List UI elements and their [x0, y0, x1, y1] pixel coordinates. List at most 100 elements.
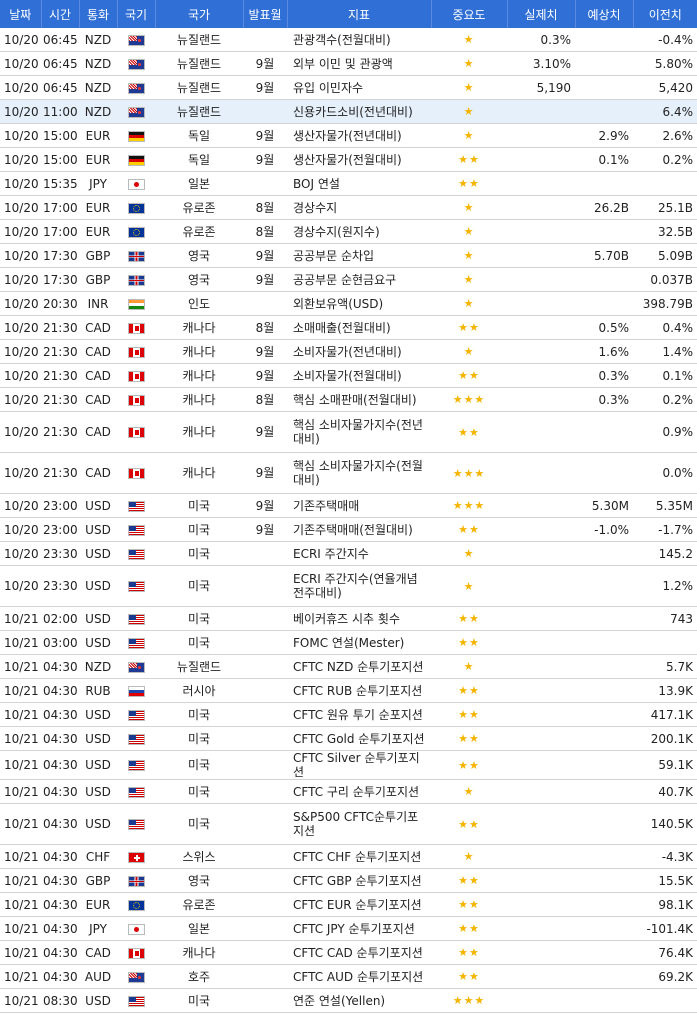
- forecast-cell: [575, 916, 633, 941]
- release-month-cell: 9월: [243, 452, 287, 494]
- country-cell: 호주: [155, 964, 243, 989]
- header-flag[interactable]: 국기: [117, 0, 156, 28]
- table-row[interactable]: 10/21 04:30 AUD 호주 CFTC AUD 순투기포지션 ★★ 69.2K: [0, 964, 697, 989]
- forecast-cell: [575, 988, 633, 1013]
- table-body: 10/20 06:45 NZD 뉴질랜드 관광객수(전월대비) ★ 0.3% -0.4% 10/…: [0, 28, 697, 1013]
- previous-cell: 1.4%: [633, 339, 697, 364]
- table-row[interactable]: 10/20 11:00 NZD 뉴질랜드 신용카드소비(전년대비) ★ 6.4%: [0, 99, 697, 124]
- release-month-cell: 9월: [243, 517, 287, 542]
- table-row[interactable]: 10/20 17:30 GBP 영국 9월 공공부문 순현금요구 ★ 0.037B: [0, 267, 697, 292]
- release-month-cell: [243, 630, 287, 655]
- table-row[interactable]: 10/20 20:30 INR 인도 외환보유액(USD) ★ 398.79B: [0, 291, 697, 316]
- table-row[interactable]: 10/21 08:30 USD 미국 연준 연설(Yellen) ★★★: [0, 988, 697, 1013]
- table-row[interactable]: 10/21 03:00 USD 미국 FOMC 연설(Mester) ★★: [0, 630, 697, 655]
- indicator-cell: 외환보유액(USD): [287, 291, 431, 316]
- country-cell: 미국: [155, 493, 243, 518]
- time-cell: 03:00: [41, 630, 79, 655]
- previous-cell: 417.1K: [633, 702, 697, 727]
- table-row[interactable]: 10/20 15:35 JPY 일본 BOJ 연설 ★★: [0, 171, 697, 196]
- table-row[interactable]: 10/20 06:45 NZD 뉴질랜드 관광객수(전월대비) ★ 0.3% -0.4%: [0, 28, 697, 52]
- currency-cell: GBP: [79, 267, 117, 292]
- release-month-cell: [243, 28, 287, 52]
- importance-cell: ★★: [431, 868, 507, 893]
- jp-flag-icon: [127, 178, 145, 190]
- table-row[interactable]: 10/20 23:30 USD 미국 ECRI 주간지수(연율개념 전주대비) ★ 1.2%: [0, 565, 697, 607]
- table-row[interactable]: 10/20 23:00 USD 미국 9월 기존주택매매 ★★★ 5.30M 5.35M: [0, 493, 697, 518]
- date-cell: 10/20: [0, 493, 41, 518]
- table-row[interactable]: 10/20 21:30 CAD 캐나다 9월 소비자물가(전월대비) ★★ 0.3% 0.1%: [0, 363, 697, 388]
- table-row[interactable]: 10/21 04:30 GBP 영국 CFTC GBP 순투기포지션 ★★ 15.5K: [0, 868, 697, 893]
- table-row[interactable]: 10/20 17:00 EUR 유로존 8월 경상수지(원지수) ★ 32.5B: [0, 219, 697, 244]
- table-row[interactable]: 10/20 23:30 USD 미국 ECRI 주간지수 ★ 145.2: [0, 541, 697, 566]
- indicator-cell: CFTC CHF 순투기포지션: [287, 844, 431, 869]
- flag-cell: [117, 654, 155, 679]
- currency-cell: USD: [79, 726, 117, 751]
- table-row[interactable]: 10/21 04:30 CAD 캐나다 CFTC CAD 순투기포지션 ★★ 76.4K: [0, 940, 697, 965]
- flag-cell: [117, 315, 155, 340]
- time-cell: 20:30: [41, 291, 79, 316]
- table-row[interactable]: 10/21 04:30 USD 미국 CFTC 원유 투기 순포지션 ★★ 417.1K: [0, 702, 697, 727]
- time-cell: 04:30: [41, 678, 79, 703]
- currency-cell: NZD: [79, 654, 117, 679]
- header-currency[interactable]: 통화: [79, 0, 118, 28]
- table-row[interactable]: 10/21 04:30 JPY 일본 CFTC JPY 순투기포지션 ★★ -101.4K: [0, 916, 697, 941]
- table-row[interactable]: 10/20 17:30 GBP 영국 9월 공공부문 순차입 ★ 5.70B 5.09B: [0, 243, 697, 268]
- country-cell: 뉴질랜드: [155, 75, 243, 100]
- ca-flag-icon: [127, 947, 145, 959]
- importance-star-icon: ★: [463, 579, 475, 593]
- header-importance[interactable]: 중요도: [431, 0, 508, 28]
- table-row[interactable]: 10/21 04:30 NZD 뉴질랜드 CFTC NZD 순투기포지션 ★ 5.7K: [0, 654, 697, 679]
- table-row[interactable]: 10/20 06:45 NZD 뉴질랜드 9월 유입 이민자수 ★ 5,190 5,420: [0, 75, 697, 100]
- previous-cell: 5,420: [633, 75, 697, 100]
- table-row[interactable]: 10/20 21:30 CAD 캐나다 8월 소매매출(전월대비) ★★ 0.5% 0.4%: [0, 315, 697, 340]
- importance-cell: ★★: [431, 363, 507, 388]
- currency-cell: INR: [79, 291, 117, 316]
- country-cell: 캐나다: [155, 940, 243, 965]
- table-row[interactable]: 10/20 21:30 CAD 캐나다 9월 핵심 소비자물가지수(전월대비) ★★★ 0.0…: [0, 452, 697, 494]
- importance-star-icon: ★: [463, 33, 475, 46]
- table-row[interactable]: 10/20 17:00 EUR 유로존 8월 경상수지 ★ 26.2B 25.1B: [0, 195, 697, 220]
- forecast-cell: [575, 726, 633, 751]
- country-cell: 독일: [155, 123, 243, 148]
- header-indicator[interactable]: 지표: [287, 0, 432, 28]
- forecast-cell: 0.1%: [575, 147, 633, 172]
- importance-star-icon: ★★: [458, 922, 480, 935]
- table-row[interactable]: 10/20 21:30 CAD 캐나다 9월 소비자물가(전년대비) ★ 1.6% 1.4%: [0, 339, 697, 364]
- header-previous[interactable]: 이전치: [633, 0, 697, 28]
- table-row[interactable]: 10/21 04:30 RUB 러시아 CFTC RUB 순투기포지션 ★★ 13.9K: [0, 678, 697, 703]
- table-row[interactable]: 10/21 04:30 USD 미국 CFTC 구리 순투기포지션 ★ 40.7K: [0, 779, 697, 804]
- table-row[interactable]: 10/21 04:30 EUR 유로존 CFTC EUR 순투기포지션 ★★ 98.1K: [0, 892, 697, 917]
- date-cell: 10/20: [0, 171, 41, 196]
- release-month-cell: 9월: [243, 75, 287, 100]
- indicator-cell: 소비자물가(전년대비): [287, 339, 431, 364]
- table-row[interactable]: 10/21 02:00 USD 미국 베이커휴즈 시추 횟수 ★★ 743: [0, 606, 697, 631]
- header-release-month[interactable]: 발표월: [243, 0, 288, 28]
- table-row[interactable]: 10/21 04:30 USD 미국 CFTC Gold 순투기포지션 ★★ 200.1K: [0, 726, 697, 751]
- currency-cell: NZD: [79, 75, 117, 100]
- actual-cell: [507, 803, 575, 845]
- header-forecast[interactable]: 예상치: [575, 0, 634, 28]
- indicator-cell: ECRI 주간지수: [287, 541, 431, 566]
- table-row[interactable]: 10/20 23:00 USD 미국 9월 기존주택매매(전월대비) ★★ -1.0% -1.7…: [0, 517, 697, 542]
- forecast-cell: [575, 779, 633, 804]
- flag-cell: [117, 750, 155, 780]
- header-country[interactable]: 국가: [155, 0, 244, 28]
- header-date[interactable]: 날짜: [0, 0, 42, 28]
- actual-cell: [507, 387, 575, 412]
- header-actual[interactable]: 실제치: [507, 0, 576, 28]
- table-row[interactable]: 10/21 04:30 CHF 스위스 CFTC CHF 순투기포지션 ★ -4.3K: [0, 844, 697, 869]
- table-row[interactable]: 10/21 04:30 USD 미국 CFTC Silver 순투기포지션 ★★ 59.1K: [0, 750, 697, 780]
- table-row[interactable]: 10/20 21:30 CAD 캐나다 8월 핵심 소매판매(전월대비) ★★★ 0.3% 0.…: [0, 387, 697, 412]
- currency-cell: EUR: [79, 195, 117, 220]
- flag-cell: [117, 702, 155, 727]
- time-cell: 23:00: [41, 493, 79, 518]
- us-flag-icon: [127, 786, 145, 798]
- table-row[interactable]: 10/20 06:45 NZD 뉴질랜드 9월 외부 이민 및 관광액 ★ 3.10% 5.80…: [0, 51, 697, 76]
- table-row[interactable]: 10/20 21:30 CAD 캐나다 9월 핵심 소비자물가지수(전년대비) ★★ 0.9%: [0, 411, 697, 453]
- table-row[interactable]: 10/21 04:30 USD 미국 S&P500 CFTC순투기포지션 ★★ 140.5K: [0, 803, 697, 845]
- currency-cell: CAD: [79, 339, 117, 364]
- indicator-cell: CFTC GBP 순투기포지션: [287, 868, 431, 893]
- header-time[interactable]: 시간: [41, 0, 80, 28]
- table-row[interactable]: 10/20 15:00 EUR 독일 9월 생산자물가(전년대비) ★ 2.9% 2.6%: [0, 123, 697, 148]
- table-row[interactable]: 10/20 15:00 EUR 독일 9월 생산자물가(전월대비) ★★ 0.1% 0.2%: [0, 147, 697, 172]
